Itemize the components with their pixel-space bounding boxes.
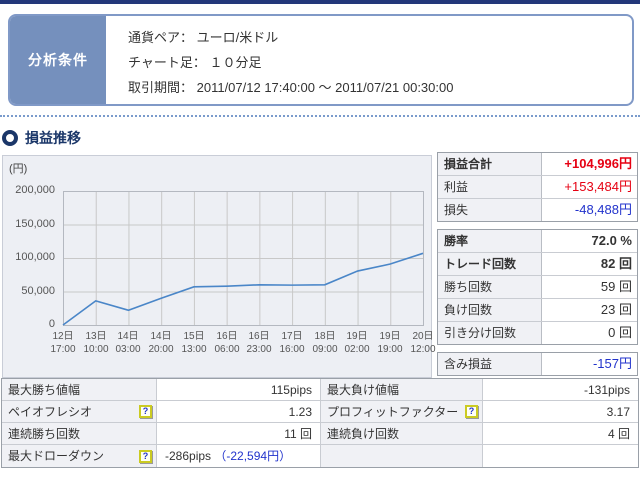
table-row: 引き分け回数 0 回 bbox=[438, 322, 637, 344]
stats-group-counts: 勝率 72.0 % トレード回数 82 回 勝ち回数 59 回 負け回数 23 … bbox=[437, 229, 638, 345]
top-navy-bar bbox=[0, 0, 640, 4]
y-tick-label: 200,000 bbox=[3, 184, 55, 196]
stat-label-trade-count: トレード回数 bbox=[438, 253, 542, 275]
table-row: 負け回数 23 回 bbox=[438, 299, 637, 322]
stat-label-win-rate: 勝率 bbox=[438, 230, 542, 252]
help-icon[interactable]: ? bbox=[465, 405, 478, 418]
table-row: 勝ち回数 59 回 bbox=[438, 276, 637, 299]
profit-line-chart bbox=[61, 189, 425, 327]
y-tick-label: 0 bbox=[3, 318, 55, 330]
stat-value-draw-count: 0 回 bbox=[542, 322, 637, 344]
dotted-separator bbox=[0, 115, 640, 117]
stat-value-win-count: 59 回 bbox=[542, 276, 637, 298]
stat-value-payoff-ratio: 1.23 bbox=[157, 401, 321, 423]
condition-box-content: 通貨ペア： ユーロ/米ドル チャート足： １０分足 取引期間： 2011/07/… bbox=[106, 16, 632, 104]
analysis-report-page: 分析条件 通貨ペア： ユーロ/米ドル チャート足： １０分足 取引期間： 201… bbox=[0, 0, 640, 480]
bullet-ring-icon bbox=[2, 130, 18, 146]
condition-currency-pair: 通貨ペア： ユーロ/米ドル bbox=[128, 25, 632, 50]
profit-stats-table: 損益合計 +104,996円 利益 +153,484円 損失 -48,488円 … bbox=[437, 152, 638, 383]
condition-chart-timeframe: チャート足： １０分足 bbox=[128, 50, 632, 75]
table-row: 利益 +153,484円 bbox=[438, 176, 637, 199]
stat-label-payoff-ratio: ペイオフレシオ ? bbox=[2, 401, 157, 423]
y-tick-label: 50,000 bbox=[3, 285, 55, 297]
stat-label-win-count: 勝ち回数 bbox=[438, 276, 542, 298]
stats-group-unrealized: 含み損益 -157円 bbox=[437, 352, 638, 376]
help-icon[interactable]: ? bbox=[139, 405, 152, 418]
stat-value-consecutive-wins: 11 回 bbox=[157, 423, 321, 445]
profit-chart-panel: (円) 200,000 150,000 100,000 50,000 0 12日… bbox=[2, 155, 432, 378]
stat-value-max-win-range: 115pips bbox=[157, 379, 321, 401]
stat-label-consecutive-losses: 連続負け回数 bbox=[321, 423, 483, 445]
stat-value-profit: +153,484円 bbox=[542, 176, 637, 198]
stat-value-win-rate: 72.0 % bbox=[542, 230, 637, 252]
stat-label-max-win-range: 最大勝ち値幅 bbox=[2, 379, 157, 401]
stat-value-empty bbox=[483, 445, 638, 467]
stat-value-lose-count: 23 回 bbox=[542, 299, 637, 321]
stat-label-total-pl: 損益合計 bbox=[438, 153, 542, 175]
stat-value-unrealized-pl: -157円 bbox=[542, 353, 637, 375]
table-row: トレード回数 82 回 bbox=[438, 253, 637, 276]
stat-label-max-lose-range: 最大負け値幅 bbox=[321, 379, 483, 401]
table-row: 勝率 72.0 % bbox=[438, 230, 637, 253]
stat-label-consecutive-wins: 連続勝ち回数 bbox=[2, 423, 157, 445]
condition-trade-period: 取引期間： 2011/07/12 17:40:00 ～ 2011/07/21 0… bbox=[128, 75, 632, 100]
y-tick-label: 100,000 bbox=[3, 251, 55, 263]
table-row: 損失 -48,488円 bbox=[438, 199, 637, 221]
stat-label-lose-count: 負け回数 bbox=[438, 299, 542, 321]
section-title: 損益推移 bbox=[25, 128, 81, 148]
stat-label-profit: 利益 bbox=[438, 176, 542, 198]
help-icon[interactable]: ? bbox=[139, 450, 152, 463]
stat-label-profit-factor: プロフィットファクター ? bbox=[321, 401, 483, 423]
stat-label-loss: 損失 bbox=[438, 199, 542, 221]
analysis-condition-box: 分析条件 通貨ペア： ユーロ/米ドル チャート足： １０分足 取引期間： 201… bbox=[8, 14, 634, 106]
stat-value-max-lose-range: -131pips bbox=[483, 379, 638, 401]
stat-value-profit-factor: 3.17 bbox=[483, 401, 638, 423]
stat-label-unrealized-pl: 含み損益 bbox=[438, 353, 542, 375]
condition-box-title: 分析条件 bbox=[10, 16, 106, 104]
stat-label-empty bbox=[321, 445, 483, 467]
stat-value-trade-count: 82 回 bbox=[542, 253, 637, 275]
stat-label-draw-count: 引き分け回数 bbox=[438, 322, 542, 344]
stat-label-max-drawdown: 最大ドローダウン ? bbox=[2, 445, 157, 467]
table-row: 損益合計 +104,996円 bbox=[438, 153, 637, 176]
stats-group-totals: 損益合計 +104,996円 利益 +153,484円 損失 -48,488円 bbox=[437, 152, 638, 222]
profit-section-header: 損益推移 bbox=[2, 128, 81, 148]
y-tick-label: 150,000 bbox=[3, 218, 55, 230]
stat-value-consecutive-losses: 4 回 bbox=[483, 423, 638, 445]
stat-value-loss: -48,488円 bbox=[542, 199, 637, 221]
detail-stats-table: 最大勝ち値幅 115pips 最大負け値幅 -131pips ペイオフレシオ ?… bbox=[1, 378, 639, 468]
table-row: 含み損益 -157円 bbox=[438, 353, 637, 375]
stat-value-max-drawdown: -286pips （-22,594円） bbox=[157, 445, 321, 467]
stat-value-total-pl: +104,996円 bbox=[542, 153, 637, 175]
chart-unit-label: (円) bbox=[9, 160, 27, 176]
